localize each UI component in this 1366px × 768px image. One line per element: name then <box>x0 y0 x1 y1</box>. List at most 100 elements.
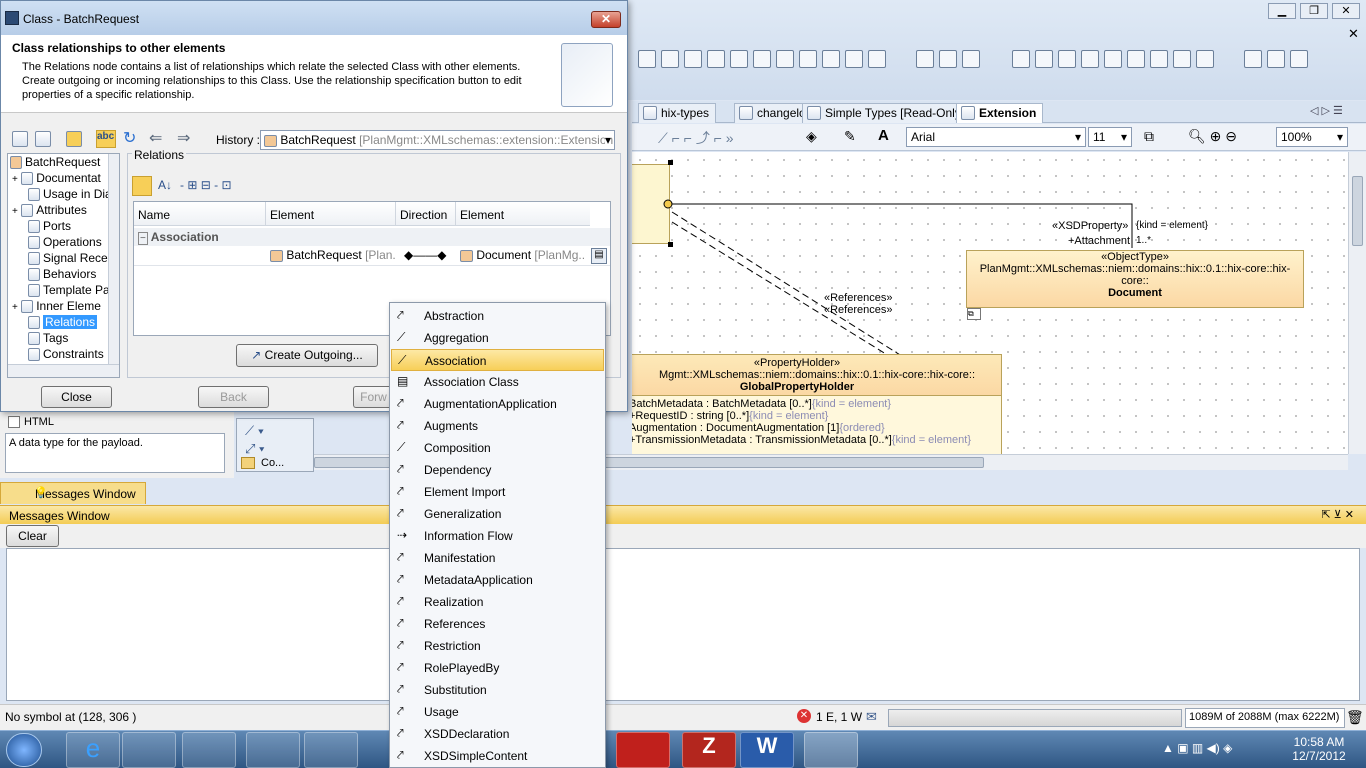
toolbar-icon[interactable] <box>822 50 840 68</box>
toolbar-icon[interactable] <box>1196 50 1214 68</box>
toolbar-icon[interactable] <box>1035 50 1053 68</box>
toolbar-icon[interactable] <box>799 50 817 68</box>
tree-scrollbar[interactable] <box>108 154 119 364</box>
hierarchy-icon[interactable] <box>35 131 51 147</box>
layout-icon[interactable]: ⧉ <box>1144 128 1162 146</box>
font-color-icon[interactable]: A <box>878 127 896 145</box>
toolbar-icon[interactable] <box>1127 50 1145 68</box>
line-color-icon[interactable]: ✎ <box>844 128 862 146</box>
menu-item-restriction[interactable]: ⤤ Restriction <box>391 635 604 657</box>
specification-icon[interactable]: ▤ <box>591 248 607 264</box>
documentation-text[interactable]: A data type for the payload. <box>5 433 225 473</box>
forward-arrow-icon[interactable]: ⇒ <box>177 128 190 148</box>
start-button[interactable] <box>6 733 42 767</box>
refresh-icon[interactable]: ↻ <box>123 128 136 148</box>
html-checkbox[interactable] <box>8 416 20 428</box>
tab-simple-types[interactable]: Simple Types [Read-Only] <box>802 103 972 123</box>
toolbar-icon[interactable] <box>1267 50 1285 68</box>
font-select[interactable]: Arial ▾ <box>906 127 1086 147</box>
app-close-button[interactable]: ✕ <box>1332 3 1360 19</box>
tree-item-inner-elements[interactable]: + Inner Eleme <box>12 299 101 315</box>
dialog-close-button[interactable]: ✕ <box>591 11 621 28</box>
spell-check-icon[interactable]: abc <box>96 130 116 148</box>
attribute-row[interactable]: +RequestID : string [0..*]{kind = elemen… <box>632 410 1001 422</box>
back-button[interactable]: Back <box>198 386 269 408</box>
attribute-row[interactable]: Augmentation : DocumentAugmentation [1]{… <box>632 422 1001 434</box>
menu-item-dependency[interactable]: ⤤ Dependency <box>391 459 604 481</box>
clock[interactable]: 10:58 AM 12/7/2012 <box>1284 735 1354 763</box>
column-header-element[interactable]: Element <box>456 202 590 226</box>
zoom-select[interactable]: 100% ▾ <box>1276 127 1348 147</box>
forward-button[interactable]: Forw <box>353 386 393 408</box>
palette-tool-icon[interactable]: ⟋ ▾ <box>245 423 264 439</box>
tree-item-batchrequest[interactable]: BatchRequest <box>10 155 100 171</box>
messages-list[interactable] <box>6 548 1360 701</box>
window-controls-icon[interactable]: ⇱ ⊻ ✕ <box>1321 508 1354 521</box>
zoom-icons[interactable]: 🔍︎ ⊕ ⊖ <box>1188 128 1268 146</box>
attribute-row[interactable]: BatchMetadata : BatchMetadata [0..*]{kin… <box>632 398 1001 410</box>
explorer-label[interactable]: Co... <box>261 457 284 469</box>
attribute-row[interactable]: +TransmissionMetadata : TransmissionMeta… <box>632 434 1001 446</box>
font-size-select[interactable]: 11 ▾ <box>1088 127 1132 147</box>
menu-item-references[interactable]: ⤤ References <box>391 613 604 635</box>
path-tools-icon[interactable]: ⟋ ⌐ ⌐ ⤴ ⌐ » <box>658 128 778 146</box>
minimize-button[interactable]: ▁ <box>1268 3 1296 19</box>
menu-item-association[interactable]: ⟋ Association <box>391 349 604 371</box>
close-diagram-icon[interactable]: ✕ <box>1348 26 1362 41</box>
toolbar-icon[interactable] <box>684 50 702 68</box>
restore-button[interactable]: ❐ <box>1300 3 1328 19</box>
toolbar-icon[interactable] <box>962 50 980 68</box>
file-explorer-icon[interactable] <box>122 732 176 768</box>
diagram-canvas[interactable]: «XSDProperty» {kind = element} +Attachme… <box>632 152 1348 454</box>
tree-item-relations[interactable]: Relations <box>28 315 98 331</box>
tree-item-usage[interactable]: Usage in Dia <box>28 187 112 203</box>
word-icon[interactable]: W <box>740 732 794 768</box>
specification-tree[interactable]: BatchRequest + Documentat Usage in Dia +… <box>7 153 120 378</box>
toolbar-icon[interactable] <box>638 50 656 68</box>
document-class-shape[interactable]: «ObjectType» PlanMgmt::XMLschemas::niem:… <box>966 250 1304 308</box>
toolbar-icon[interactable] <box>939 50 957 68</box>
menu-item-abstraction[interactable]: ⤤ Abstraction <box>391 305 604 327</box>
table-row[interactable]: BatchRequest [Plan... ◆——◆ Document [Pla… <box>134 246 610 266</box>
toolbar-icon[interactable] <box>868 50 886 68</box>
mail-icon[interactable]: ✉ <box>866 709 877 725</box>
toolbar-icon[interactable] <box>753 50 771 68</box>
app-icon[interactable] <box>304 732 358 768</box>
copy-icon[interactable] <box>66 131 82 147</box>
toolbar-icon[interactable] <box>916 50 934 68</box>
toolbar-icon[interactable] <box>661 50 679 68</box>
tree-item-template-parameters[interactable]: Template Pa <box>28 283 110 299</box>
tree-item-operations[interactable]: Operations <box>28 235 102 251</box>
tab-extension[interactable]: Extension <box>956 103 1044 123</box>
toolbar-icon[interactable] <box>730 50 748 68</box>
menu-item-usage[interactable]: ⤤ Usage <box>391 701 604 723</box>
clear-button[interactable]: Clear <box>6 525 59 547</box>
tab-nav-arrows[interactable]: ◁ ▷ ☰ <box>1310 104 1343 117</box>
menu-item-substitution[interactable]: ⤤ Substitution <box>391 679 604 701</box>
tree-item-signal-receptions[interactable]: Signal Recep <box>28 251 114 267</box>
toolbar-icon[interactable] <box>1290 50 1308 68</box>
error-count[interactable]: 1 E, 1 W <box>816 710 862 724</box>
menu-item-association-class[interactable]: ▤ Association Class <box>391 371 604 393</box>
toolbar-icon[interactable] <box>707 50 725 68</box>
column-header-element[interactable]: Element <box>266 202 396 226</box>
menu-item-xsd-simple-content[interactable]: ⤤ XSDSimpleContent <box>391 745 604 767</box>
tree-hscrollbar[interactable] <box>8 364 119 377</box>
menu-item-augments[interactable]: ⤤ Augments <box>391 415 604 437</box>
trash-icon[interactable]: 🗑 <box>1346 709 1364 726</box>
menu-item-composition[interactable]: ⟋ Composition <box>391 437 604 459</box>
sort-icon[interactable]: A↓ <box>158 178 172 192</box>
tray-icons[interactable]: ▲ ▣ ▥ ◀) ◈ <box>1162 741 1232 755</box>
collapse-icon[interactable]: − <box>138 232 148 245</box>
menu-item-generalization[interactable]: ⤤ Generalization <box>391 503 604 525</box>
magicdraw-icon[interactable] <box>804 732 858 768</box>
error-icon[interactable]: ✕ <box>797 709 811 723</box>
connector-end[interactable] <box>663 199 673 209</box>
toolbar-icon[interactable] <box>1081 50 1099 68</box>
tree-view-icon[interactable] <box>12 131 28 147</box>
toolbar-icon[interactable] <box>1104 50 1122 68</box>
media-player-icon[interactable] <box>182 732 236 768</box>
global-property-holder-shape[interactable]: «PropertyHolder» Mgmt::XMLschemas::niem:… <box>632 354 1002 454</box>
history-select[interactable]: BatchRequest [PlanMgmt::XMLschemas::exte… <box>260 130 615 150</box>
expand-collapse-icons[interactable]: - ⊞ ⊟ - ⊡ <box>180 178 232 192</box>
